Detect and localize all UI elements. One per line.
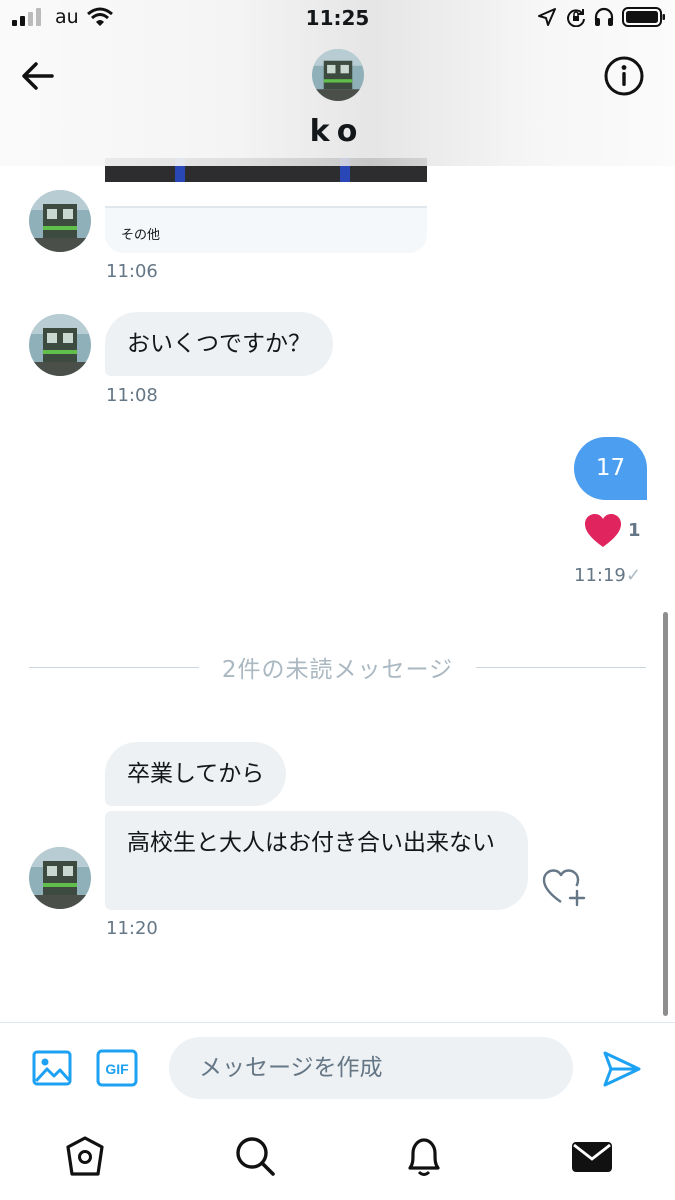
message-time: 11:20 — [106, 918, 158, 939]
message-time: 11:19 — [574, 565, 626, 586]
tab-bar — [0, 1114, 675, 1200]
gif-icon[interactable]: GIF — [96, 1049, 138, 1087]
incoming-message-bubble[interactable]: おいくつですか？ — [105, 312, 333, 376]
info-icon[interactable] — [603, 55, 645, 97]
card-label: その他 — [121, 228, 161, 243]
like-count: 1 — [628, 520, 641, 541]
rotation-lock-icon — [567, 9, 585, 27]
location-icon — [538, 8, 556, 26]
bell-icon[interactable] — [402, 1134, 446, 1178]
sent-check-icon: ✓ — [626, 565, 642, 586]
outgoing-message-bubble[interactable]: 17 — [574, 437, 647, 500]
mail-icon[interactable] — [570, 1134, 614, 1178]
shared-card-footer[interactable]: その他 — [105, 206, 427, 253]
gif-label: GIF — [105, 1061, 129, 1077]
heart-add-icon[interactable] — [540, 866, 586, 908]
back-arrow-icon[interactable] — [18, 56, 58, 96]
divider-line — [29, 667, 199, 668]
home-icon[interactable] — [63, 1134, 107, 1178]
search-icon[interactable] — [233, 1134, 277, 1178]
message-input[interactable] — [169, 1037, 573, 1099]
status-bar: au 11:25 — [0, 0, 675, 40]
conversation-name[interactable]: ko — [0, 114, 675, 149]
sender-avatar[interactable] — [29, 847, 91, 909]
image-icon[interactable] — [32, 1048, 72, 1088]
headphones-icon — [594, 7, 614, 26]
incoming-message-bubble[interactable]: 卒業してから — [105, 742, 287, 806]
battery-icon — [622, 7, 665, 27]
incoming-message-bubble[interactable]: 高校生と大人はお付き合い出来ない — [105, 811, 528, 910]
message-composer: GIF — [0, 1022, 675, 1114]
heart-icon[interactable] — [584, 513, 622, 549]
sender-avatar[interactable] — [29, 190, 91, 252]
message-time: 11:06 — [106, 261, 158, 282]
sender-avatar[interactable] — [29, 314, 91, 376]
unread-divider: 2件の未読メッセージ — [221, 657, 454, 683]
send-icon[interactable] — [602, 1049, 642, 1089]
header-avatar[interactable] — [312, 49, 364, 101]
message-time: 11:08 — [106, 385, 158, 406]
divider-line — [476, 667, 646, 668]
scrollbar[interactable] — [663, 612, 668, 1016]
